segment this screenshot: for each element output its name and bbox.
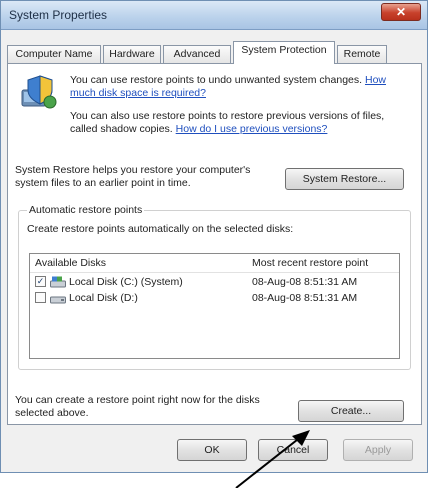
annotation-arrow (235, 430, 310, 488)
tab-system-protection[interactable]: System Protection (233, 41, 335, 64)
